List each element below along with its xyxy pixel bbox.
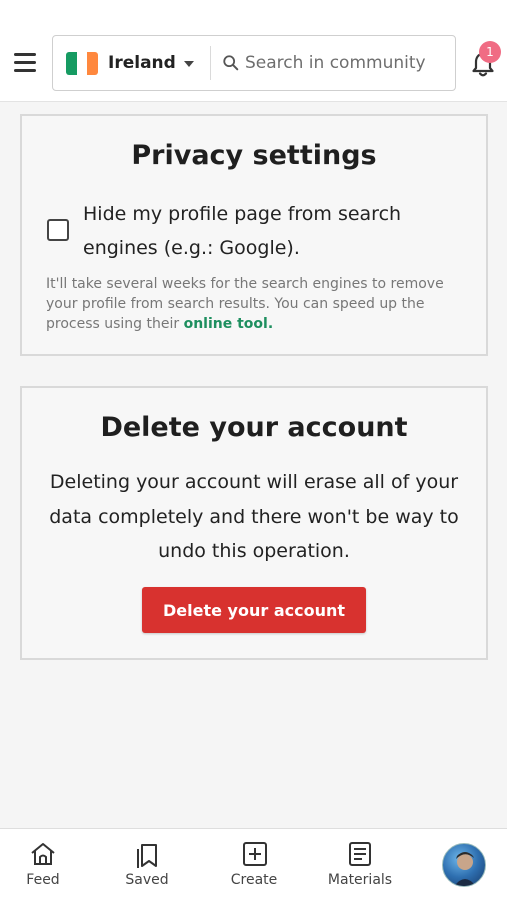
search-input[interactable] xyxy=(245,50,445,76)
delete-title: Delete your account xyxy=(100,412,408,443)
nav-create[interactable]: Create xyxy=(218,829,290,900)
menu-icon[interactable] xyxy=(12,50,38,76)
divider xyxy=(210,46,211,80)
nav-create-label: Create xyxy=(230,872,278,888)
document-icon xyxy=(349,842,371,866)
search-bar: Ireland xyxy=(52,35,456,91)
avatar[interactable] xyxy=(442,843,486,887)
delete-description: Deleting your account will erase all of … xyxy=(49,471,459,562)
country-name: Ireland xyxy=(108,53,176,73)
nav-materials-label: Materials xyxy=(327,872,393,888)
bottom-nav: Feed Saved Create Materials xyxy=(0,828,507,900)
notification-badge[interactable]: 1 xyxy=(479,41,501,63)
menu-bar xyxy=(14,61,36,64)
hide-profile-label[interactable]: Hide my profile page from search engines… xyxy=(83,197,463,265)
country-selector[interactable]: Ireland xyxy=(53,36,209,90)
online-tool-link[interactable]: online tool. xyxy=(184,316,274,332)
top-header: Ireland 1 xyxy=(0,0,507,102)
privacy-settings-card: Privacy settings Hide my profile page fr… xyxy=(20,114,488,356)
plus-square-icon xyxy=(243,842,267,866)
bookmark-icon xyxy=(137,844,157,868)
menu-bar xyxy=(14,53,36,56)
home-icon xyxy=(31,843,55,865)
nav-materials[interactable]: Materials xyxy=(320,829,400,900)
delete-account-button[interactable]: Delete your account xyxy=(142,587,366,633)
menu-bar xyxy=(14,69,36,72)
nav-feed[interactable]: Feed xyxy=(8,829,78,900)
privacy-help-text: It'll take several weeks for the search … xyxy=(46,274,471,334)
avatar-image xyxy=(454,852,476,886)
privacy-title: Privacy settings xyxy=(131,140,377,171)
search-icon xyxy=(223,55,239,71)
nav-saved[interactable]: Saved xyxy=(111,829,183,900)
nav-feed-label: Feed xyxy=(26,872,60,888)
delete-account-card: Delete your account Deleting your accoun… xyxy=(20,386,488,660)
nav-saved-label: Saved xyxy=(125,872,169,888)
caret-down-icon xyxy=(184,61,194,67)
hide-profile-checkbox[interactable] xyxy=(47,219,69,241)
ireland-flag-icon xyxy=(66,52,98,75)
